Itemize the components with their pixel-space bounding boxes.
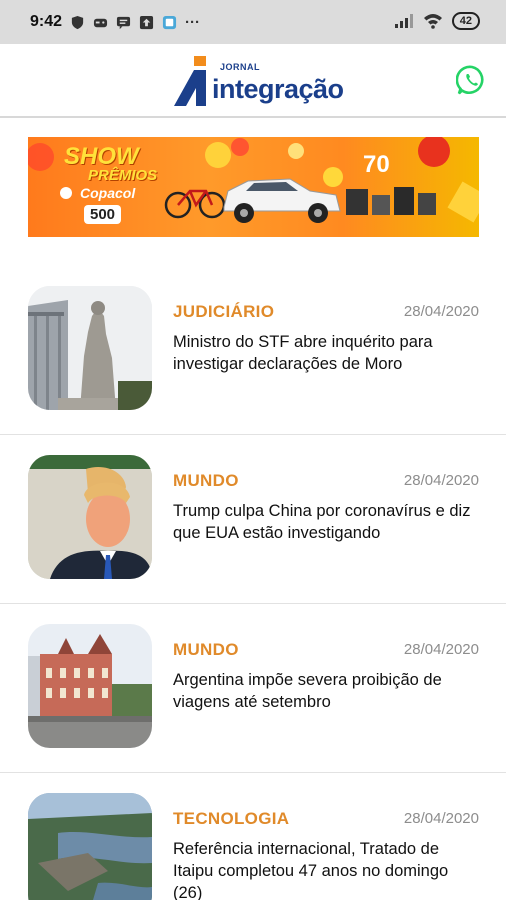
news-date: 28/04/2020 <box>403 303 479 320</box>
shield-icon <box>71 15 84 30</box>
app-header: JORNAL integração <box>0 44 506 118</box>
news-headline[interactable]: Ministro do STF abre inquérito para inve… <box>173 331 479 375</box>
news-date: 28/04/2020 <box>403 810 479 827</box>
news-category[interactable]: JUDICIÁRIO <box>173 302 274 322</box>
more-notifications-icon: ··· <box>185 14 200 31</box>
banner-prize-count: 70 <box>363 151 390 178</box>
app-icon <box>162 15 177 30</box>
news-item[interactable]: MUNDO 28/04/2020 Argentina impõe severa … <box>0 604 506 773</box>
advertisement-banner[interactable]: SHOW PRÊMIOS Copacol 500 70 <box>28 137 479 237</box>
dam-image <box>28 793 152 900</box>
logo-mark-icon <box>174 56 206 106</box>
news-item[interactable]: TECNOLOGIA 28/04/2020 Referência interna… <box>0 773 506 900</box>
signal-icon <box>394 14 413 28</box>
news-headline[interactable]: Argentina impõe severa proibição de viag… <box>173 669 479 713</box>
upload-icon <box>139 15 154 30</box>
message-icon <box>116 16 131 30</box>
news-headline[interactable]: Trump culpa China por coronavírus e diz … <box>173 500 479 544</box>
status-bar: 9:42 ··· 42 <box>0 0 506 44</box>
whatsapp-icon[interactable] <box>456 64 488 96</box>
news-thumbnail[interactable] <box>28 455 152 579</box>
statue-image <box>28 286 152 410</box>
news-headline[interactable]: Referência internacional, Tratado de Ita… <box>173 838 479 900</box>
news-item[interactable]: MUNDO 28/04/2020 Trump culpa China por c… <box>0 435 506 604</box>
news-date: 28/04/2020 <box>403 472 479 489</box>
building-image <box>28 624 152 748</box>
portrait-image <box>28 455 152 579</box>
news-date: 28/04/2020 <box>403 641 479 658</box>
news-category[interactable]: MUNDO <box>173 471 239 491</box>
news-item[interactable]: JUDICIÁRIO 28/04/2020 Ministro do STF ab… <box>0 266 506 435</box>
news-thumbnail[interactable] <box>28 624 152 748</box>
status-notification-icons: ··· <box>70 14 200 31</box>
logo-small-text: JORNAL <box>220 62 261 72</box>
banner-badge: 500 <box>84 205 122 224</box>
news-thumbnail[interactable] <box>28 793 152 900</box>
wifi-icon <box>423 14 442 29</box>
news-thumbnail[interactable] <box>28 286 152 410</box>
news-category[interactable]: MUNDO <box>173 640 239 660</box>
banner-subheadline: PRÊMIOS <box>88 167 158 184</box>
gamepad-icon <box>93 18 108 28</box>
logo-main-text: integração <box>212 74 344 104</box>
banner-brand: Copacol <box>80 185 136 201</box>
app-logo[interactable]: JORNAL integração <box>172 54 344 110</box>
status-time: 9:42 <box>30 13 63 30</box>
battery-indicator: 42 <box>451 12 480 30</box>
status-system-icons: 42 <box>394 12 480 30</box>
news-category[interactable]: TECNOLOGIA <box>173 809 289 829</box>
